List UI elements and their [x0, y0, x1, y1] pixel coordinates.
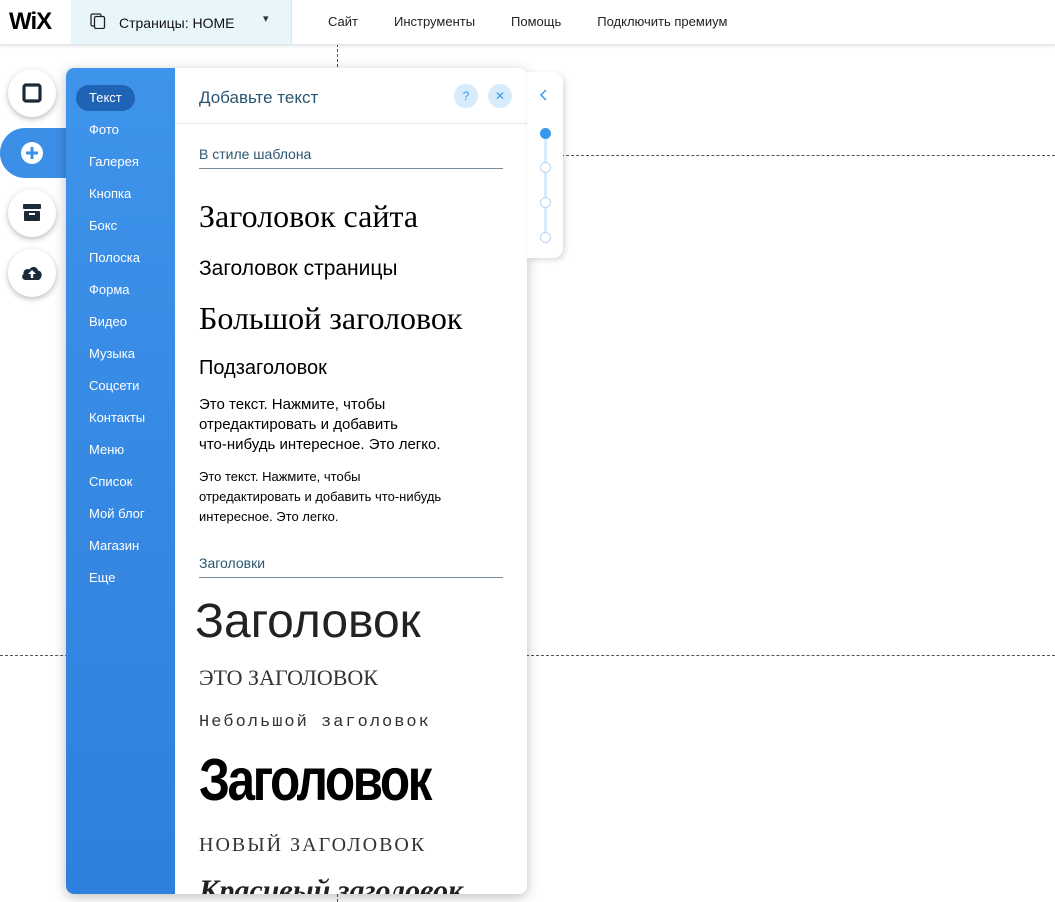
- wix-logo[interactable]: WiX: [9, 8, 52, 36]
- category-blog[interactable]: Мой блог: [76, 501, 158, 527]
- square-icon: [22, 83, 42, 103]
- rail-store-button[interactable]: [8, 189, 56, 237]
- text-large-heading[interactable]: Большой заголовок: [199, 300, 462, 337]
- paragraph-line: отредактировать и добавить что-нибудь: [199, 489, 442, 504]
- section-title-headings: Заголовки: [199, 555, 266, 571]
- panel-title: Добавьте текст: [199, 88, 319, 107]
- top-bar: WiX Страницы: HOME ▾ Сайт Инструменты По…: [0, 0, 1055, 45]
- zoom-slider[interactable]: [527, 72, 563, 258]
- category-more[interactable]: Еще: [76, 565, 128, 591]
- paragraph-line: что-нибудь интересное. Это легко.: [199, 436, 441, 453]
- heading-style-3[interactable]: Небольшой заголовок: [199, 713, 431, 732]
- pages-dropdown[interactable]: Страницы: HOME ▾: [71, 0, 292, 44]
- pages-label: Страницы: HOME: [119, 15, 235, 31]
- menu-tools[interactable]: Инструменты: [376, 0, 493, 44]
- close-button[interactable]: ✕: [488, 84, 512, 108]
- category-strip[interactable]: Полоска: [76, 245, 153, 271]
- zoom-stop-active[interactable]: [540, 128, 551, 139]
- heading-style-5[interactable]: НОВЫЙ ЗАГОЛОВОК: [199, 834, 426, 857]
- text-site-title[interactable]: Заголовок сайта: [199, 198, 418, 235]
- category-list: Текст Фото Галерея Кнопка Бокс Полоска Ф…: [66, 68, 175, 894]
- section-divider: [199, 168, 503, 169]
- category-form[interactable]: Форма: [76, 277, 143, 303]
- header-divider: [175, 123, 527, 124]
- text-subheading[interactable]: Подзаголовок: [199, 357, 327, 380]
- section-title-template: В стиле шаблона: [199, 146, 312, 162]
- heading-style-6[interactable]: Красивый заголовок: [199, 874, 463, 894]
- section-divider: [199, 577, 503, 578]
- category-video[interactable]: Видео: [76, 309, 140, 335]
- heading-style-1[interactable]: Заголовок: [195, 594, 421, 649]
- heading-style-2[interactable]: ЭТО ЗАГОЛОВОК: [199, 665, 378, 691]
- category-photo[interactable]: Фото: [76, 117, 132, 143]
- menu-help[interactable]: Помощь: [493, 0, 579, 44]
- category-contacts[interactable]: Контакты: [76, 405, 158, 431]
- category-list-item[interactable]: Список: [76, 469, 145, 495]
- zoom-stop[interactable]: [540, 197, 551, 208]
- paragraph-line: Это текст. Нажмите, чтобы: [199, 469, 361, 484]
- plus-icon: [21, 142, 43, 164]
- paragraph-line: интересное. Это легко.: [199, 509, 339, 524]
- text-page-title[interactable]: Заголовок страницы: [199, 257, 398, 281]
- store-icon: [23, 204, 41, 221]
- cloud-upload-icon: [22, 266, 42, 280]
- category-button[interactable]: Кнопка: [76, 181, 144, 207]
- pages-icon: [90, 13, 106, 29]
- category-menu[interactable]: Меню: [76, 437, 137, 463]
- text-paragraph-small[interactable]: Это текст. Нажмите, чтобы отредактироват…: [199, 467, 441, 527]
- category-store[interactable]: Магазин: [76, 533, 152, 559]
- category-gallery[interactable]: Галерея: [76, 149, 152, 175]
- menu-site[interactable]: Сайт: [310, 0, 376, 44]
- menu-upgrade[interactable]: Подключить премиум: [579, 0, 745, 44]
- top-menu: Сайт Инструменты Помощь Подключить преми…: [310, 0, 745, 44]
- zoom-stop[interactable]: [540, 232, 551, 243]
- paragraph-line: отредактировать и добавить: [199, 416, 398, 433]
- add-panel: Текст Фото Галерея Кнопка Бокс Полоска Ф…: [66, 68, 527, 894]
- category-social[interactable]: Соцсети: [76, 373, 152, 399]
- rail-background-button[interactable]: [8, 69, 56, 117]
- zoom-stop[interactable]: [540, 162, 551, 173]
- help-button[interactable]: ?: [454, 84, 478, 108]
- rail-add-button[interactable]: [8, 131, 56, 175]
- paragraph-line: Это текст. Нажмите, чтобы: [199, 396, 386, 413]
- category-text[interactable]: Текст: [76, 85, 135, 111]
- rail-upload-button[interactable]: [8, 249, 56, 297]
- zoom-track[interactable]: [544, 132, 547, 238]
- chevron-down-icon: ▾: [263, 13, 269, 25]
- category-box[interactable]: Бокс: [76, 213, 130, 239]
- text-options: Добавьте текст ? ✕ В стиле шаблона Загол…: [175, 68, 527, 894]
- heading-style-4[interactable]: Заголовок: [199, 746, 432, 814]
- text-paragraph-large[interactable]: Это текст. Нажмите, чтобы отредактироват…: [199, 395, 441, 455]
- category-music[interactable]: Музыка: [76, 341, 148, 367]
- chevron-left-icon[interactable]: [538, 88, 550, 102]
